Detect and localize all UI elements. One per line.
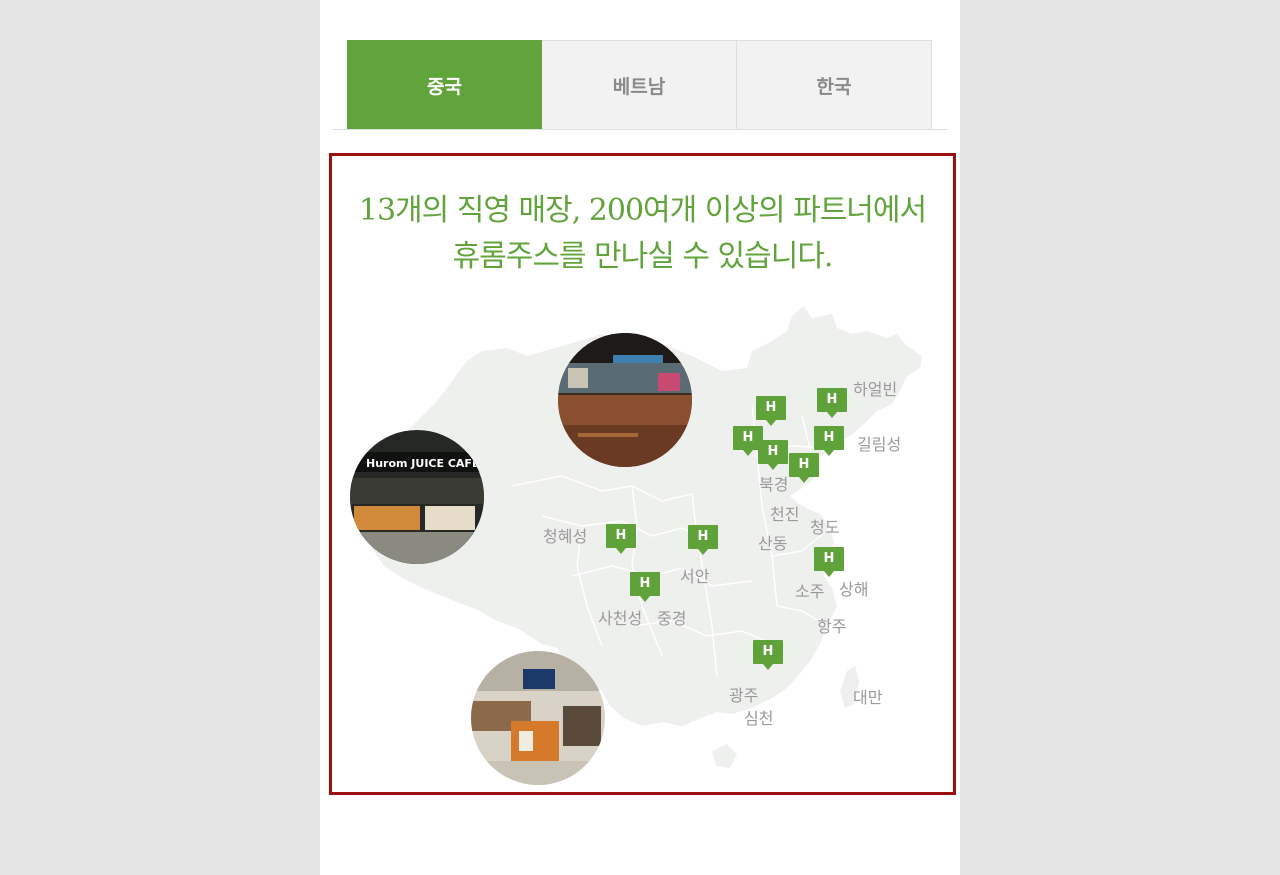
headline: 13개의 직영 매장, 200여개 이상의 파트너에서 휴롬주스를 만나실 수 … (332, 188, 953, 280)
store-map-panel: 13개의 직영 매장, 200여개 이상의 파트너에서 휴롬주스를 만나실 수 … (329, 153, 956, 795)
store-sign-text: Hurom JUICE CAFE (366, 457, 479, 470)
store-marker-qinghai[interactable]: H (606, 524, 636, 554)
city-label-hangzhou: 항주 (817, 617, 847, 636)
store-photo-counter (558, 333, 692, 467)
headline-line-1: 13개의 직영 매장, 200여개 이상의 파트너에서 (358, 193, 927, 228)
store-marker-tianjin[interactable]: H (789, 453, 819, 483)
city-label-xian: 서안 (680, 567, 710, 586)
city-label-suzhou: 소주 (795, 582, 825, 601)
store-marker-jilin[interactable]: H (814, 426, 844, 456)
tab-china[interactable]: 중국 (347, 40, 542, 130)
store-marker-shanghai[interactable]: H (814, 547, 844, 577)
city-label-chongqing: 중경 (657, 609, 687, 628)
city-label-qingdao: 청도 (810, 518, 840, 537)
hainan-island (712, 744, 737, 768)
city-label-qinghai: 청혜성 (543, 527, 588, 546)
store-marker-xian[interactable]: H (688, 525, 718, 555)
city-label-tianjin: 천진 (770, 505, 800, 524)
store-photo-kiosk (471, 651, 605, 785)
store-photo-juice-cafe: Hurom JUICE CAFE (350, 430, 484, 564)
city-label-guangzhou: 광주 (729, 686, 759, 705)
city-label-taiwan: 대만 (853, 688, 883, 707)
store-marker-guangzhou[interactable]: H (753, 640, 783, 670)
country-tabs: 중국 베트남 한국 (347, 40, 933, 130)
store-marker-beijing-north[interactable]: H (756, 396, 786, 426)
tabs-divider (332, 129, 948, 130)
headline-line-2: 휴롬주스를 만나실 수 있습니다. (452, 239, 834, 274)
city-label-shanghai: 상해 (839, 580, 869, 599)
store-marker-beijing[interactable]: H (758, 440, 788, 470)
city-label-jilin: 길림성 (857, 435, 902, 454)
store-marker-harbin[interactable]: H (817, 388, 847, 418)
tab-vietnam[interactable]: 베트남 (542, 40, 737, 130)
city-label-sichuan: 사천성 (598, 609, 643, 628)
city-label-beijing: 북경 (759, 475, 789, 494)
tab-korea[interactable]: 한국 (737, 40, 932, 130)
city-label-harbin: 하얼빈 (853, 380, 898, 399)
city-label-shenzhen: 심천 (744, 709, 774, 728)
city-label-shandong: 산동 (758, 534, 788, 553)
page: 중국 베트남 한국 13개의 직영 매장, 200여개 이상의 파트너에서 휴롬… (320, 0, 960, 875)
store-marker-sichuan[interactable]: H (630, 572, 660, 602)
